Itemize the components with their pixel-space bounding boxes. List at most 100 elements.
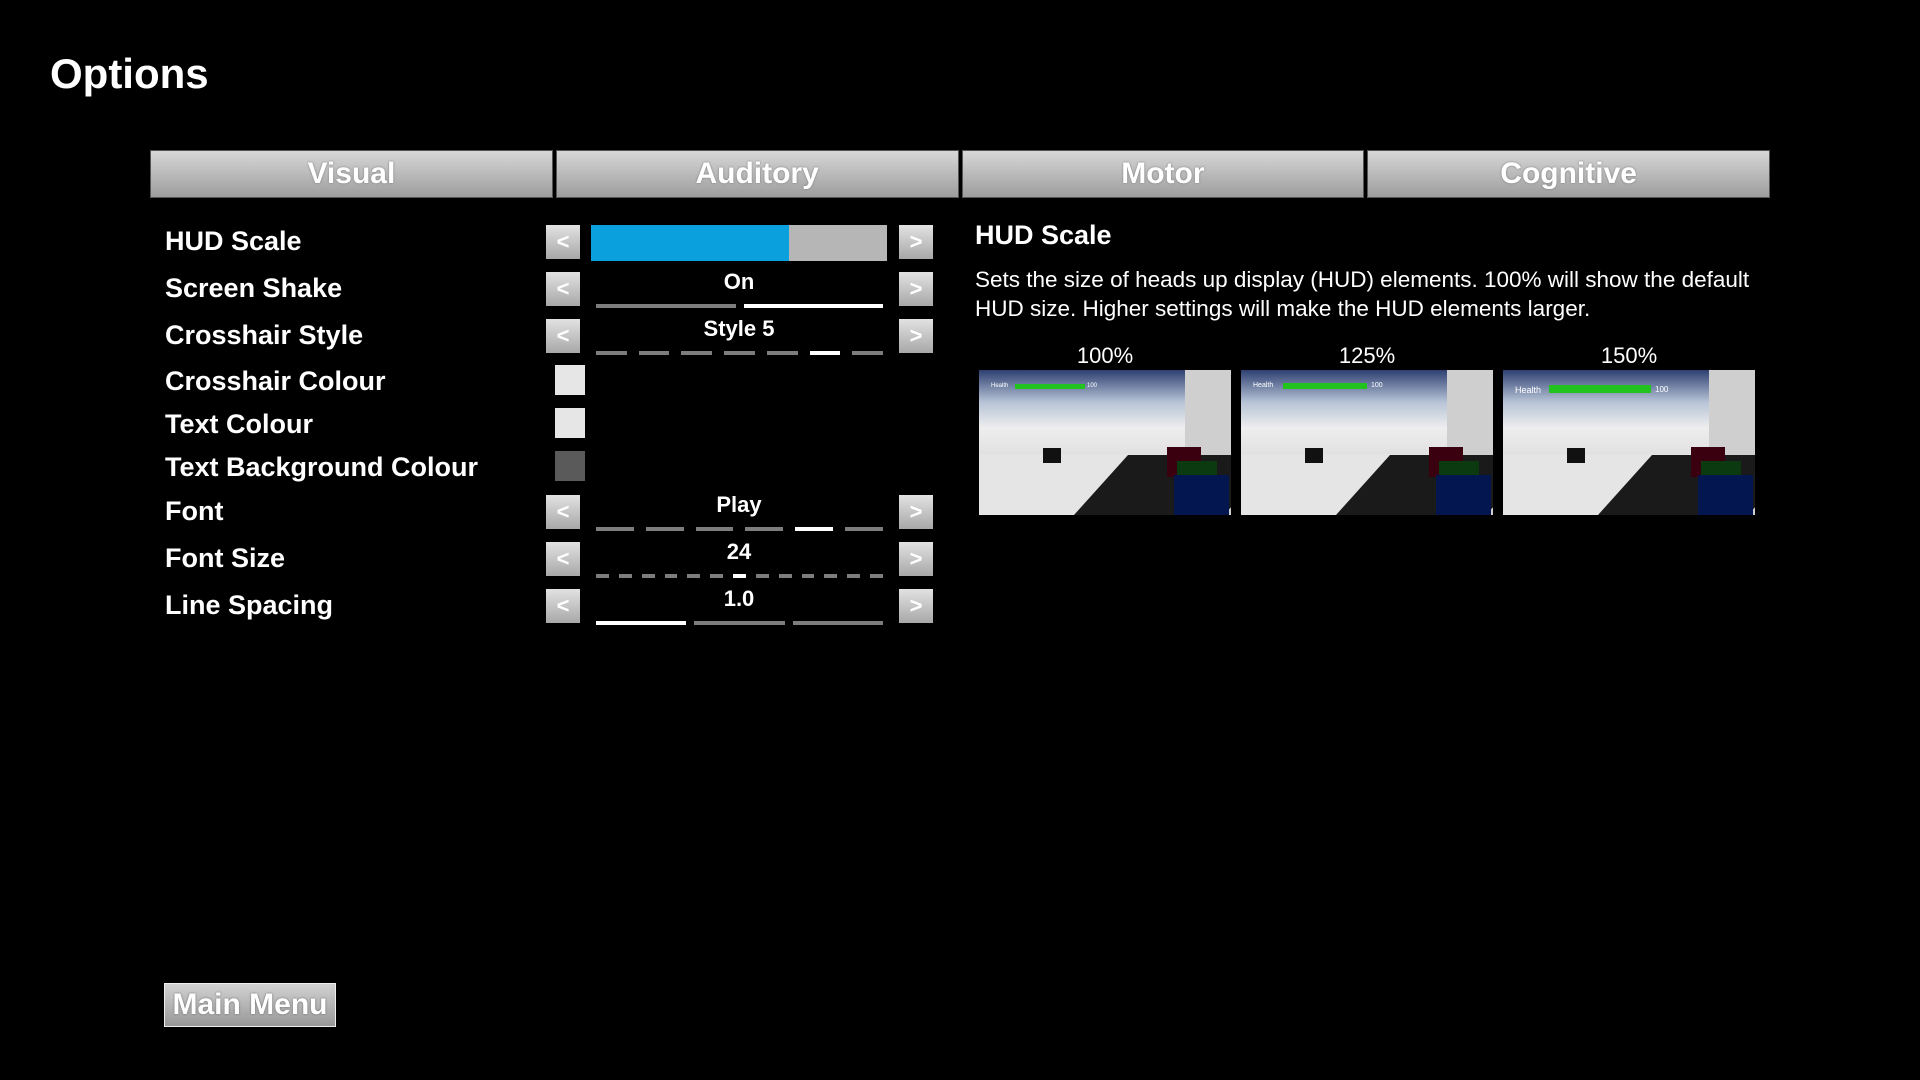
category-tabs: Visual Auditory Motor Cognitive — [150, 150, 1770, 198]
option-indicator — [596, 304, 883, 309]
option-segment — [755, 574, 769, 578]
setting-row-font: Font < Play > — [165, 490, 935, 534]
setting-value: 1.0 — [723, 586, 755, 611]
option-segment — [596, 351, 627, 355]
setting-label: Font Size — [165, 543, 285, 573]
setting-label: Line Spacing — [165, 590, 334, 620]
preview-image: Health 100 — [1503, 370, 1755, 515]
health-value: 100 — [1371, 382, 1383, 389]
health-value: 100 — [1655, 385, 1669, 394]
decrease-button[interactable]: < — [546, 495, 580, 529]
description-title: HUD Scale — [975, 220, 1112, 250]
option-segment — [792, 621, 883, 625]
option-segment — [596, 574, 609, 578]
option-segment — [870, 574, 883, 578]
option-segment — [596, 621, 687, 625]
setting-label: Text Colour — [165, 409, 313, 439]
option-segment — [695, 527, 734, 531]
setting-row-font-size: Font Size < 24 > — [165, 537, 935, 581]
health-bar — [1549, 385, 1651, 393]
option-segment — [645, 527, 684, 531]
increase-button[interactable]: > — [899, 589, 933, 623]
health-bar — [1283, 383, 1367, 389]
color-swatch[interactable] — [555, 408, 585, 438]
option-segment — [724, 351, 755, 355]
decrease-button[interactable]: < — [546, 272, 580, 306]
setting-label: Crosshair Colour — [165, 366, 386, 396]
option-segment — [845, 527, 883, 531]
page-title: Options — [50, 50, 209, 97]
hud-scale-slider[interactable] — [591, 225, 887, 261]
preview-image: Health 100 — [1241, 370, 1493, 515]
setting-row-screen-shake: Screen Shake < On > — [165, 267, 935, 311]
preview-150: 150% Health 100 — [1503, 342, 1755, 515]
slider-fill — [591, 225, 790, 261]
preview-image: Health 100 — [979, 370, 1231, 515]
tab-motor[interactable]: Motor — [961, 150, 1365, 198]
option-segment — [801, 574, 815, 578]
setting-value: Play — [716, 492, 762, 517]
option-segment — [766, 351, 798, 355]
setting-row-line-spacing: Line Spacing < 1.0 > — [165, 584, 935, 628]
health-label: Health — [1515, 385, 1542, 395]
setting-row-crosshair-colour: Crosshair Colour — [165, 360, 935, 404]
option-segment — [694, 621, 785, 625]
tab-cognitive[interactable]: Cognitive — [1367, 150, 1770, 198]
setting-value: 24 — [726, 539, 752, 564]
preview-label: 150% — [1600, 343, 1658, 368]
option-segment — [733, 574, 746, 578]
health-label: Health — [991, 383, 1009, 389]
decrease-button[interactable]: < — [546, 225, 580, 259]
setting-row-hud-scale: HUD Scale < > — [165, 220, 935, 264]
setting-value: On — [723, 269, 755, 294]
option-segment — [710, 574, 724, 578]
option-segment — [638, 351, 670, 355]
color-swatch[interactable] — [555, 365, 585, 395]
preview-label: 100% — [1076, 343, 1134, 368]
decrease-button[interactable]: < — [546, 589, 580, 623]
increase-button[interactable]: > — [899, 272, 933, 306]
setting-label: Font — [165, 496, 224, 526]
preview-label: 125% — [1338, 343, 1396, 368]
setting-label: HUD Scale — [165, 226, 302, 256]
increase-button[interactable]: > — [899, 542, 933, 576]
setting-label: Crosshair Style — [165, 320, 364, 350]
option-segment — [847, 574, 861, 578]
option-indicator — [596, 351, 884, 356]
setting-label: Text Background Colour — [165, 452, 479, 482]
tab-auditory[interactable]: Auditory — [555, 150, 959, 198]
setting-label: Screen Shake — [165, 273, 343, 303]
tab-visual[interactable]: Visual — [150, 150, 553, 198]
decrease-button[interactable]: < — [546, 319, 580, 353]
option-indicator — [596, 527, 883, 532]
option-segment — [824, 574, 838, 578]
health-label: Health — [1253, 382, 1274, 389]
setting-value: Style 5 — [703, 316, 775, 341]
option-segment — [596, 527, 634, 531]
increase-button[interactable]: > — [899, 225, 933, 259]
option-segment — [687, 574, 701, 578]
description-text: Sets the size of heads up display (HUD) … — [975, 267, 1750, 321]
color-swatch[interactable] — [555, 451, 585, 481]
option-segment — [641, 574, 655, 578]
hud-scale-previews: 100% Health 100 125% Health 100 150% Hea… — [979, 342, 1755, 515]
preview-100: 100% Health 100 — [979, 342, 1231, 515]
option-segment — [681, 351, 713, 355]
increase-button[interactable]: > — [899, 495, 933, 529]
description-panel: HUD Scale Sets the size of heads up disp… — [975, 220, 1755, 323]
option-segment — [664, 574, 678, 578]
option-indicator — [596, 574, 883, 579]
option-segment — [778, 574, 792, 578]
decrease-button[interactable]: < — [546, 542, 580, 576]
main-menu-button[interactable]: Main Menu — [164, 983, 336, 1027]
option-segment — [795, 527, 834, 531]
increase-button[interactable]: > — [899, 319, 933, 353]
option-segment — [618, 574, 632, 578]
setting-row-text-colour: Text Colour — [165, 403, 935, 447]
option-segment — [745, 527, 784, 531]
option-segment — [596, 304, 736, 308]
health-bar — [1015, 384, 1085, 389]
option-segment — [743, 304, 883, 308]
setting-row-crosshair-style: Crosshair Style < Style 5 > — [165, 314, 935, 358]
option-segment — [809, 351, 841, 355]
